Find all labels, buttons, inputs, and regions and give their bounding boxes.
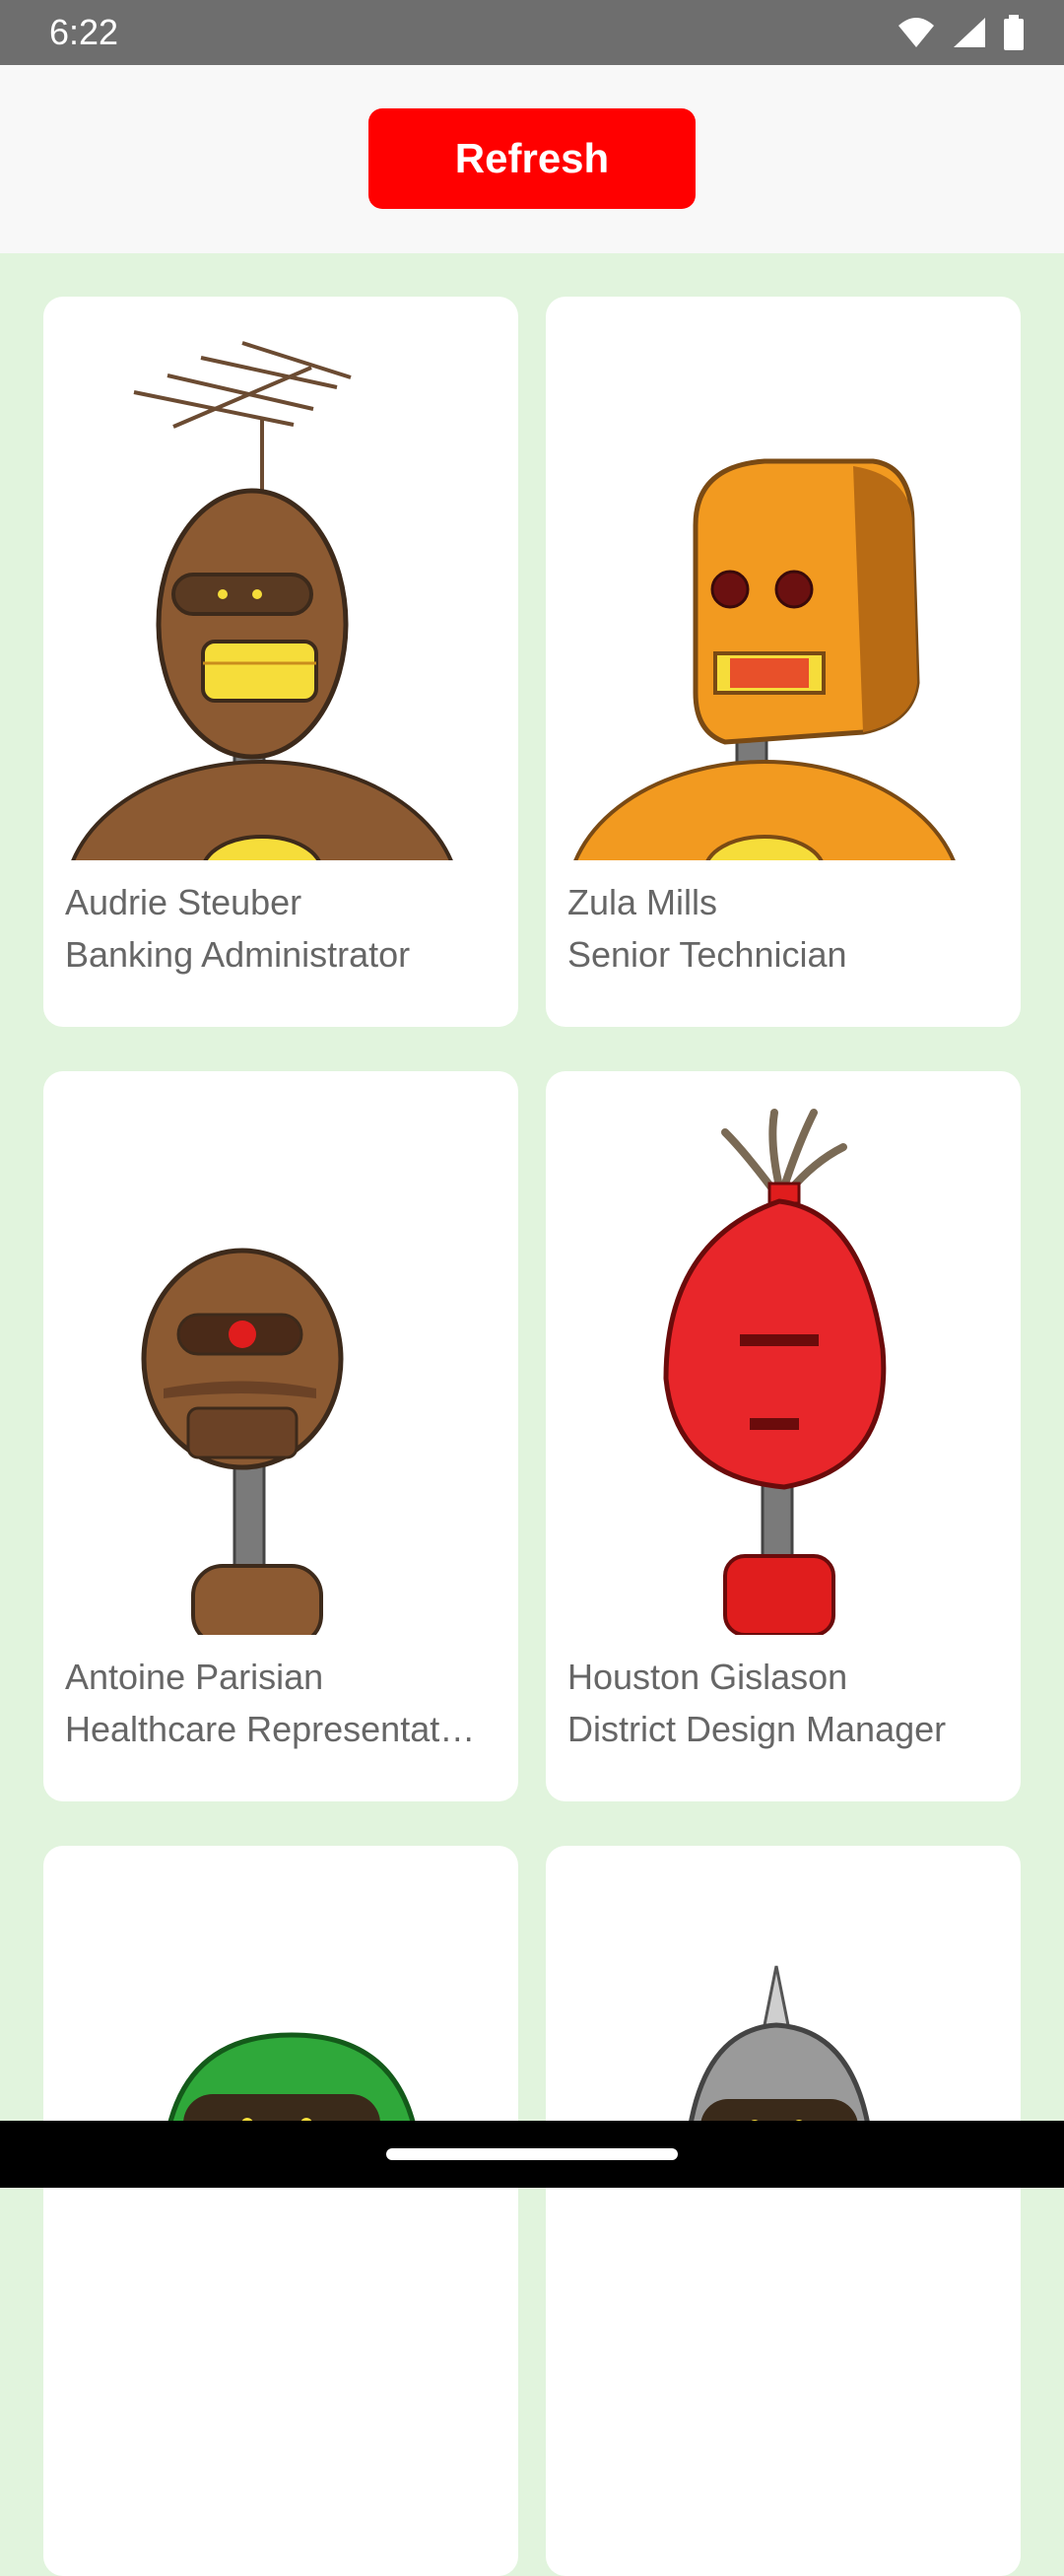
signal-icon [954,18,985,47]
status-icons [897,14,1025,51]
robot-card[interactable]: Antoine Parisian Healthcare Representat… [43,1071,518,1801]
robot-name: Zula Mills [567,882,718,922]
wifi-icon [898,18,934,47]
robot-avatar [141,1248,344,1635]
robot-card[interactable] [43,1846,518,2576]
home-handle[interactable] [386,2148,678,2160]
refresh-button[interactable]: Refresh [368,108,696,209]
status-time: 6:22 [49,12,119,52]
robot-role: Healthcare Representat… [65,1709,476,1749]
robot-avatar [71,341,453,860]
robot-grid: Audrie Steuber Banking Administrator Zul… [0,253,1064,2576]
robot-role: Banking Administrator [65,934,411,975]
robot-card[interactable]: Audrie Steuber Banking Administrator [43,297,518,1027]
robot-name: Antoine Parisian [65,1657,324,1697]
status-bar: 6:22 [0,0,1064,65]
navigation-bar [0,2121,1064,2188]
robot-role: Senior Technician [567,934,847,975]
robot-name: Houston Gislason [567,1657,848,1697]
robot-role: District Design Manager [567,1709,947,1749]
battery-icon [1004,15,1024,50]
robot-avatar [573,458,956,860]
robot-card[interactable]: Houston Gislason District Design Manager [546,1071,1021,1801]
robot-card[interactable]: Zula Mills Senior Technician [546,297,1021,1027]
robot-avatar [663,1109,887,1635]
robot-card[interactable] [546,1846,1021,2576]
toolbar: Refresh [0,65,1064,253]
robot-name: Audrie Steuber [65,882,302,922]
